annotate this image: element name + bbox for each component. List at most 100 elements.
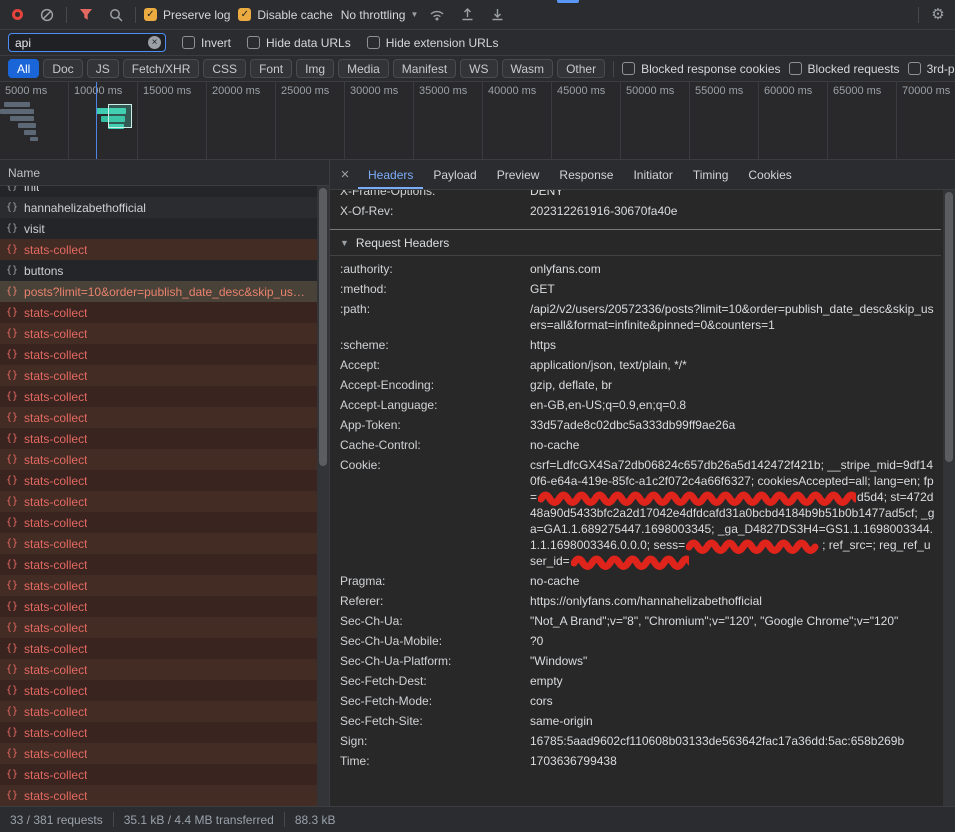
request-row[interactable]: {}stats-collect [0, 785, 317, 806]
request-headers-section-header[interactable]: ▼ Request Headers [330, 229, 941, 256]
filter-button[interactable] [75, 4, 97, 26]
clear-button[interactable] [36, 4, 58, 26]
type-filter-css[interactable]: CSS [203, 59, 246, 78]
blocked-requests-checkbox[interactable]: Blocked requests [789, 62, 900, 76]
request-list-scrollbar[interactable] [317, 186, 329, 806]
import-har-button[interactable] [456, 4, 478, 26]
preserve-log-checkbox[interactable]: ✓ Preserve log [144, 8, 230, 22]
type-filter-wasm[interactable]: Wasm [502, 59, 554, 78]
hide-extension-urls-checkbox[interactable]: Hide extension URLs [367, 36, 499, 50]
blocked-response-cookies-checkbox[interactable]: Blocked response cookies [622, 62, 780, 76]
tab-timing[interactable]: Timing [683, 160, 739, 189]
request-row[interactable]: {}stats-collect [0, 386, 317, 407]
export-har-button[interactable] [486, 4, 508, 26]
toolbar-divider [135, 7, 136, 23]
tab-preview[interactable]: Preview [487, 160, 550, 189]
type-filter-js[interactable]: JS [87, 59, 119, 78]
request-row[interactable]: {}stats-collect [0, 743, 317, 764]
clear-filter-icon[interactable]: × [148, 36, 161, 49]
type-filter-font[interactable]: Font [250, 59, 292, 78]
third-party-requests-checkbox[interactable]: 3rd-party requests [908, 62, 955, 76]
request-row[interactable]: {}stats-collect [0, 449, 317, 470]
header-name: X-Frame-Options: [340, 190, 530, 199]
request-row[interactable]: {}stats-collect [0, 428, 317, 449]
hide-data-urls-checkbox[interactable]: Hide data URLs [247, 36, 351, 50]
header-value: application/json, text/plain, */* [530, 357, 941, 373]
tab-response[interactable]: Response [549, 160, 623, 189]
request-row[interactable]: {}stats-collect [0, 659, 317, 680]
search-button[interactable] [105, 4, 127, 26]
waterfall-bar [0, 109, 34, 114]
request-row[interactable]: {}stats-collect [0, 323, 317, 344]
header-row: Sec-Ch-Ua:"Not_A Brand";v="8", "Chromium… [330, 611, 941, 631]
request-row[interactable]: {}init [0, 186, 317, 197]
blocked-response-cookies-label: Blocked response cookies [641, 62, 780, 76]
request-row[interactable]: {}stats-collect [0, 764, 317, 785]
tab-cookies[interactable]: Cookies [738, 160, 801, 189]
headers-scrollbar[interactable] [943, 190, 955, 806]
request-row[interactable]: {}stats-collect [0, 638, 317, 659]
close-icon: × [341, 166, 350, 183]
network-conditions-button[interactable] [426, 4, 448, 26]
scrollbar-thumb[interactable] [945, 192, 953, 462]
record-button[interactable] [6, 4, 28, 26]
waterfall-bars [0, 82, 955, 159]
filter-input[interactable] [15, 36, 148, 50]
request-row[interactable]: {}stats-collect [0, 533, 317, 554]
type-filter-fetchxhr[interactable]: Fetch/XHR [123, 59, 200, 78]
request-row[interactable]: {}posts?limit=10&order=publish_date_desc… [0, 281, 317, 302]
script-icon: {} [6, 727, 18, 738]
type-filter-doc[interactable]: Doc [43, 59, 82, 78]
header-name: Cache-Control: [340, 437, 530, 453]
request-row[interactable]: {}stats-collect [0, 239, 317, 260]
type-filter-img[interactable]: Img [296, 59, 334, 78]
header-row: Sec-Ch-Ua-Platform:"Windows" [330, 651, 941, 671]
request-row[interactable]: {}hannahelizabethofficial [0, 197, 317, 218]
request-row[interactable]: {}stats-collect [0, 701, 317, 722]
request-row[interactable]: {}stats-collect [0, 680, 317, 701]
script-icon: {} [6, 496, 18, 507]
network-toolbar: ✓ Preserve log ✓ Disable cache No thrott… [0, 0, 955, 30]
header-value: 33d57ade8c02dbc5a333db99ff9ae26a [530, 417, 941, 433]
request-row[interactable]: {}stats-collect [0, 575, 317, 596]
type-filter-ws[interactable]: WS [460, 59, 497, 78]
type-filter-manifest[interactable]: Manifest [393, 59, 456, 78]
type-filter-media[interactable]: Media [338, 59, 389, 78]
script-icon: {} [6, 475, 18, 486]
filter-input-box[interactable]: × [8, 33, 166, 52]
request-row[interactable]: {}stats-collect [0, 407, 317, 428]
request-name: stats-collect [24, 348, 87, 362]
header-name: X-Of-Rev: [340, 203, 530, 219]
type-filter-other[interactable]: Other [557, 59, 605, 78]
request-row[interactable]: {} stats-collect [0, 491, 317, 512]
request-row[interactable]: {}stats-collect [0, 617, 317, 638]
name-column-header[interactable]: Name [0, 160, 329, 186]
request-row[interactable]: {}stats-collect [0, 470, 317, 491]
request-row[interactable]: {}stats-collect [0, 302, 317, 323]
tab-initiator[interactable]: Initiator [623, 160, 682, 189]
invert-checkbox[interactable]: Invert [182, 36, 231, 50]
request-row[interactable]: {}stats-collect [0, 596, 317, 617]
tab-payload[interactable]: Payload [423, 160, 486, 189]
script-icon: {} [6, 790, 18, 801]
request-row[interactable]: {}stats-collect [0, 512, 317, 533]
header-value: no-cache [530, 437, 941, 453]
scrollbar-thumb[interactable] [319, 188, 327, 466]
request-row[interactable]: {}stats-collect [0, 554, 317, 575]
request-row[interactable]: {}stats-collect [0, 365, 317, 386]
header-value: 202312261916-30670fa40e [530, 203, 941, 219]
request-row[interactable]: {}stats-collect [0, 344, 317, 365]
request-row[interactable]: {}buttons [0, 260, 317, 281]
tab-headers[interactable]: Headers [358, 160, 423, 189]
close-details-button[interactable]: × [332, 166, 358, 183]
header-value: cors [530, 693, 941, 709]
timeline-overview[interactable]: 5000 ms10000 ms15000 ms20000 ms25000 ms3… [0, 82, 955, 160]
request-row[interactable]: {}visit [0, 218, 317, 239]
chevron-down-icon: ▼ [410, 10, 418, 19]
request-row[interactable]: {}stats-collect [0, 722, 317, 743]
throttling-dropdown[interactable]: No throttling ▼ [341, 8, 419, 22]
settings-button[interactable]: ⚙ [927, 4, 949, 26]
disable-cache-checkbox[interactable]: ✓ Disable cache [238, 8, 332, 22]
type-filter-all[interactable]: All [8, 59, 39, 78]
request-name: stats-collect [24, 495, 87, 509]
